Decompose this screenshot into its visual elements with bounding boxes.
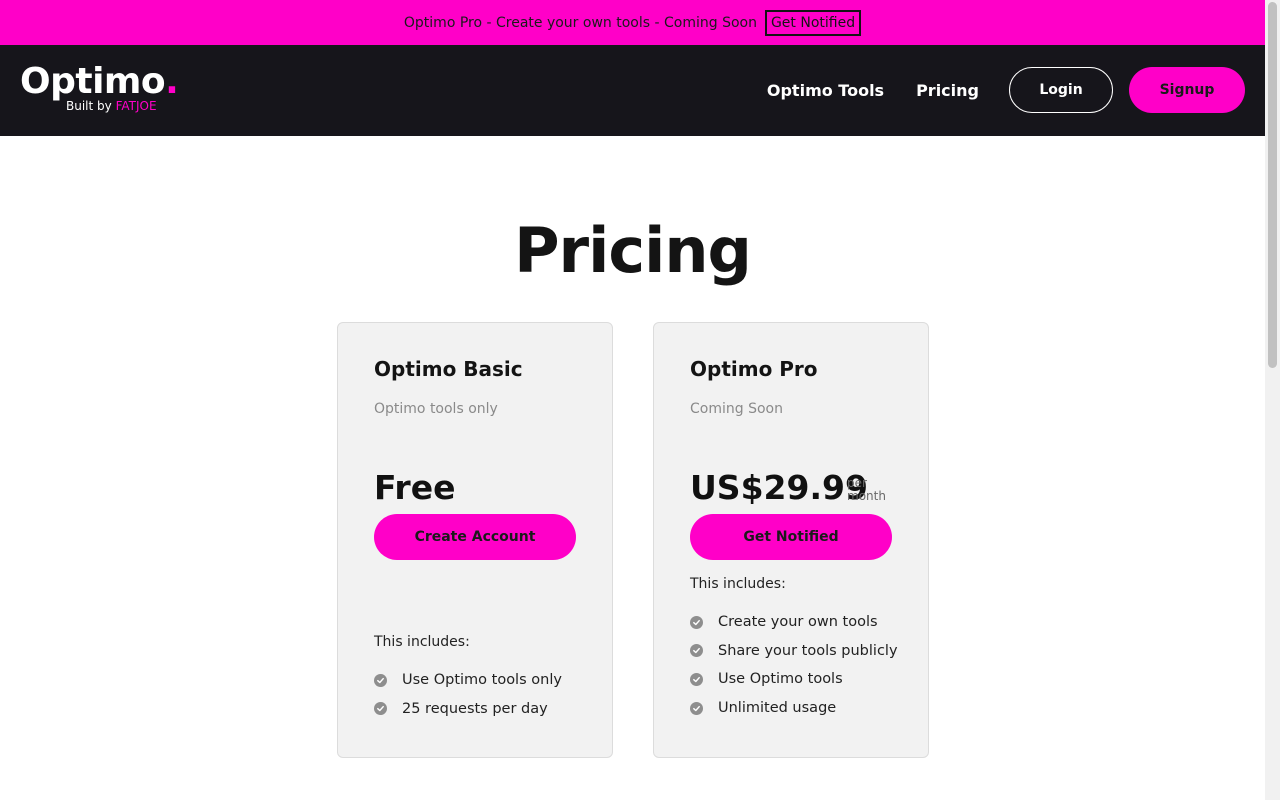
price-period: per month (847, 476, 886, 503)
page-scrollbar[interactable] (1265, 0, 1280, 800)
logo[interactable]: Optimo. Built by FATJOE (20, 61, 179, 114)
check-circle-icon (690, 644, 703, 658)
check-circle-icon (374, 702, 387, 716)
logo-wordmark: Optimo. (20, 61, 179, 102)
announcement-text: Optimo Pro - Create your own tools - Com… (403, 14, 757, 31)
feature-item: Create your own tools (690, 608, 898, 637)
plan-card-pro: Optimo Pro Coming Soon US$29.99 per month… (653, 322, 929, 758)
scrollbar-thumb[interactable] (1268, 2, 1277, 368)
page-title: Pricing (514, 214, 752, 287)
login-button[interactable]: Login (1009, 67, 1113, 113)
plan-card-basic: Optimo Basic Optimo tools only Free Crea… (337, 322, 613, 758)
main-nav: Optimo Tools Pricing Login Signup (767, 67, 1245, 113)
plan-subtitle: Coming Soon (690, 401, 783, 417)
includes-label: This includes: (690, 576, 786, 592)
check-circle-icon (690, 701, 703, 715)
feature-list: Create your own tools Share your tools p… (690, 608, 898, 722)
plan-name: Optimo Pro (690, 357, 818, 381)
plan-subtitle: Optimo tools only (374, 401, 498, 417)
feature-item: Share your tools publicly (690, 637, 898, 666)
get-notified-button[interactable]: Get Notified (690, 514, 892, 560)
feature-item: Use Optimo tools only (374, 666, 562, 695)
fatjoe-link[interactable]: FATJOE (116, 99, 157, 113)
nav-optimo-tools[interactable]: Optimo Tools (767, 81, 884, 100)
check-circle-icon (374, 673, 387, 687)
feature-list: Use Optimo tools only 25 requests per da… (374, 666, 562, 723)
nav-pricing[interactable]: Pricing (916, 81, 979, 100)
includes-label: This includes: (374, 634, 470, 650)
check-circle-icon (690, 615, 703, 629)
announcement-get-notified-button[interactable]: Get Notified (764, 9, 862, 36)
site-header: Optimo. Built by FATJOE Optimo Tools Pri… (0, 45, 1265, 136)
feature-item: 25 requests per day (374, 695, 562, 724)
signup-button[interactable]: Signup (1129, 67, 1245, 113)
plan-name: Optimo Basic (374, 357, 523, 381)
built-by-label: Built by FATJOE (66, 99, 157, 113)
create-account-button[interactable]: Create Account (374, 514, 576, 560)
plan-price: US$29.99 (690, 468, 868, 507)
check-circle-icon (690, 672, 703, 686)
feature-item: Unlimited usage (690, 694, 898, 723)
plan-price: Free (374, 468, 456, 507)
feature-item: Use Optimo tools (690, 665, 898, 694)
announcement-bar: Optimo Pro - Create your own tools - Com… (0, 0, 1265, 45)
